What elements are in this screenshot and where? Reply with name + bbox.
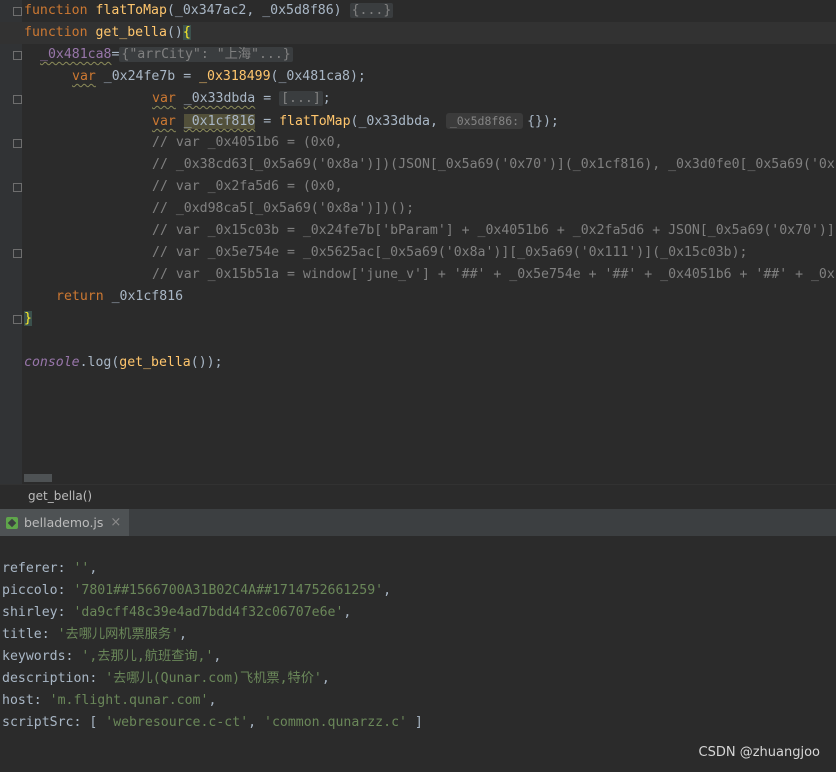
code-editor[interactable]: function flatToMap(_0x347ac2, _0x5d8f86)… [0, 0, 836, 484]
comment-line[interactable]: // var _0x4051b6 = (0x0, [152, 132, 343, 154]
fold-toggle-icon[interactable] [13, 183, 22, 192]
folded-object[interactable]: {"arrCity": "上海"...} [119, 47, 293, 62]
fold-toggle-icon[interactable] [13, 139, 22, 148]
code-line-1[interactable]: function flatToMap(_0x347ac2, _0x5d8f86)… [24, 0, 394, 22]
code-line-3[interactable]: _0x481ca8= {"arrCity": "上海"...} [40, 44, 293, 66]
run-tab[interactable]: bellademo.js × [0, 509, 130, 536]
comment-line[interactable]: // _0xd98ca5[_0x5a69('0x8a')])(); [152, 198, 414, 220]
console-output[interactable]: referer: '', piccolo: '7801##1566700A31B… [0, 537, 836, 772]
editor-gutter [0, 0, 22, 484]
code-line-4[interactable]: var _0x24fe7b = _0x318499(_0x481ca8); [72, 66, 366, 88]
watermark: CSDN @zhuangjoo [698, 745, 820, 760]
breadcrumb: get_bella() [0, 484, 836, 510]
fold-toggle-icon[interactable] [13, 51, 22, 60]
console-line: description: '去哪儿(Qunar.com)飞机票,特价', [2, 671, 330, 686]
parameter-hint: _0x5d8f86: [445, 113, 524, 129]
console-line: host: 'm.flight.qunar.com', [2, 693, 217, 708]
code-line-console-log[interactable]: console.log(get_bella()); [24, 352, 223, 374]
comment-line[interactable]: // var _0x15c03b = _0x24fe7b['bParam'] +… [152, 220, 835, 242]
comment-line[interactable]: // var _0x15b51a = window['june_v'] + '#… [152, 264, 835, 286]
folded-array[interactable]: [...] [279, 91, 323, 106]
code-line-2[interactable]: function get_bella(){ [0, 22, 836, 44]
console-line: title: '去哪儿网机票服务', [2, 627, 187, 642]
breadcrumb-item[interactable]: get_bella() [28, 489, 92, 503]
console-line: shirley: 'da9cff48c39e4ad7bdd4f32c06707e… [2, 605, 352, 620]
comment-line[interactable]: // var _0x5e754e = _0x5625ac[_0x5a69('0x… [152, 242, 747, 264]
console-line: keywords: ',去那儿,航班查询,', [2, 649, 222, 664]
run-tab-label: bellademo.js [24, 515, 104, 530]
nodejs-icon [6, 516, 18, 529]
fold-toggle-icon[interactable] [13, 7, 22, 16]
code-line-return[interactable]: return _0x1cf816 [56, 286, 183, 308]
fold-toggle-icon[interactable] [13, 249, 22, 258]
code-line-6[interactable]: var _0x1cf816 = flatToMap(_0x33dbda, _0x… [152, 110, 559, 132]
fold-toggle-icon[interactable] [13, 315, 22, 324]
code-line-5[interactable]: var _0x33dbda = [...]; [152, 88, 331, 110]
console-line: referer: '', [2, 561, 98, 576]
fold-toggle-icon[interactable] [13, 95, 22, 104]
folded-block[interactable]: {...} [349, 3, 394, 18]
console-line: piccolo: '7801##1566700A31B02C4A##171475… [2, 583, 392, 598]
run-tab-bar: bellademo.js × [0, 509, 836, 537]
comment-line[interactable]: // var _0x2fa5d6 = (0x0, [152, 176, 343, 198]
horizontal-scrollbar[interactable] [24, 474, 52, 482]
close-icon[interactable]: × [110, 515, 121, 530]
comment-line[interactable]: // _0x38cd63[_0x5a69('0x8a')])(JSON[_0x5… [152, 154, 835, 176]
code-line-close[interactable]: } [24, 308, 32, 330]
console-line: scriptSrc: [ 'webresource.c-ct', 'common… [2, 715, 423, 730]
